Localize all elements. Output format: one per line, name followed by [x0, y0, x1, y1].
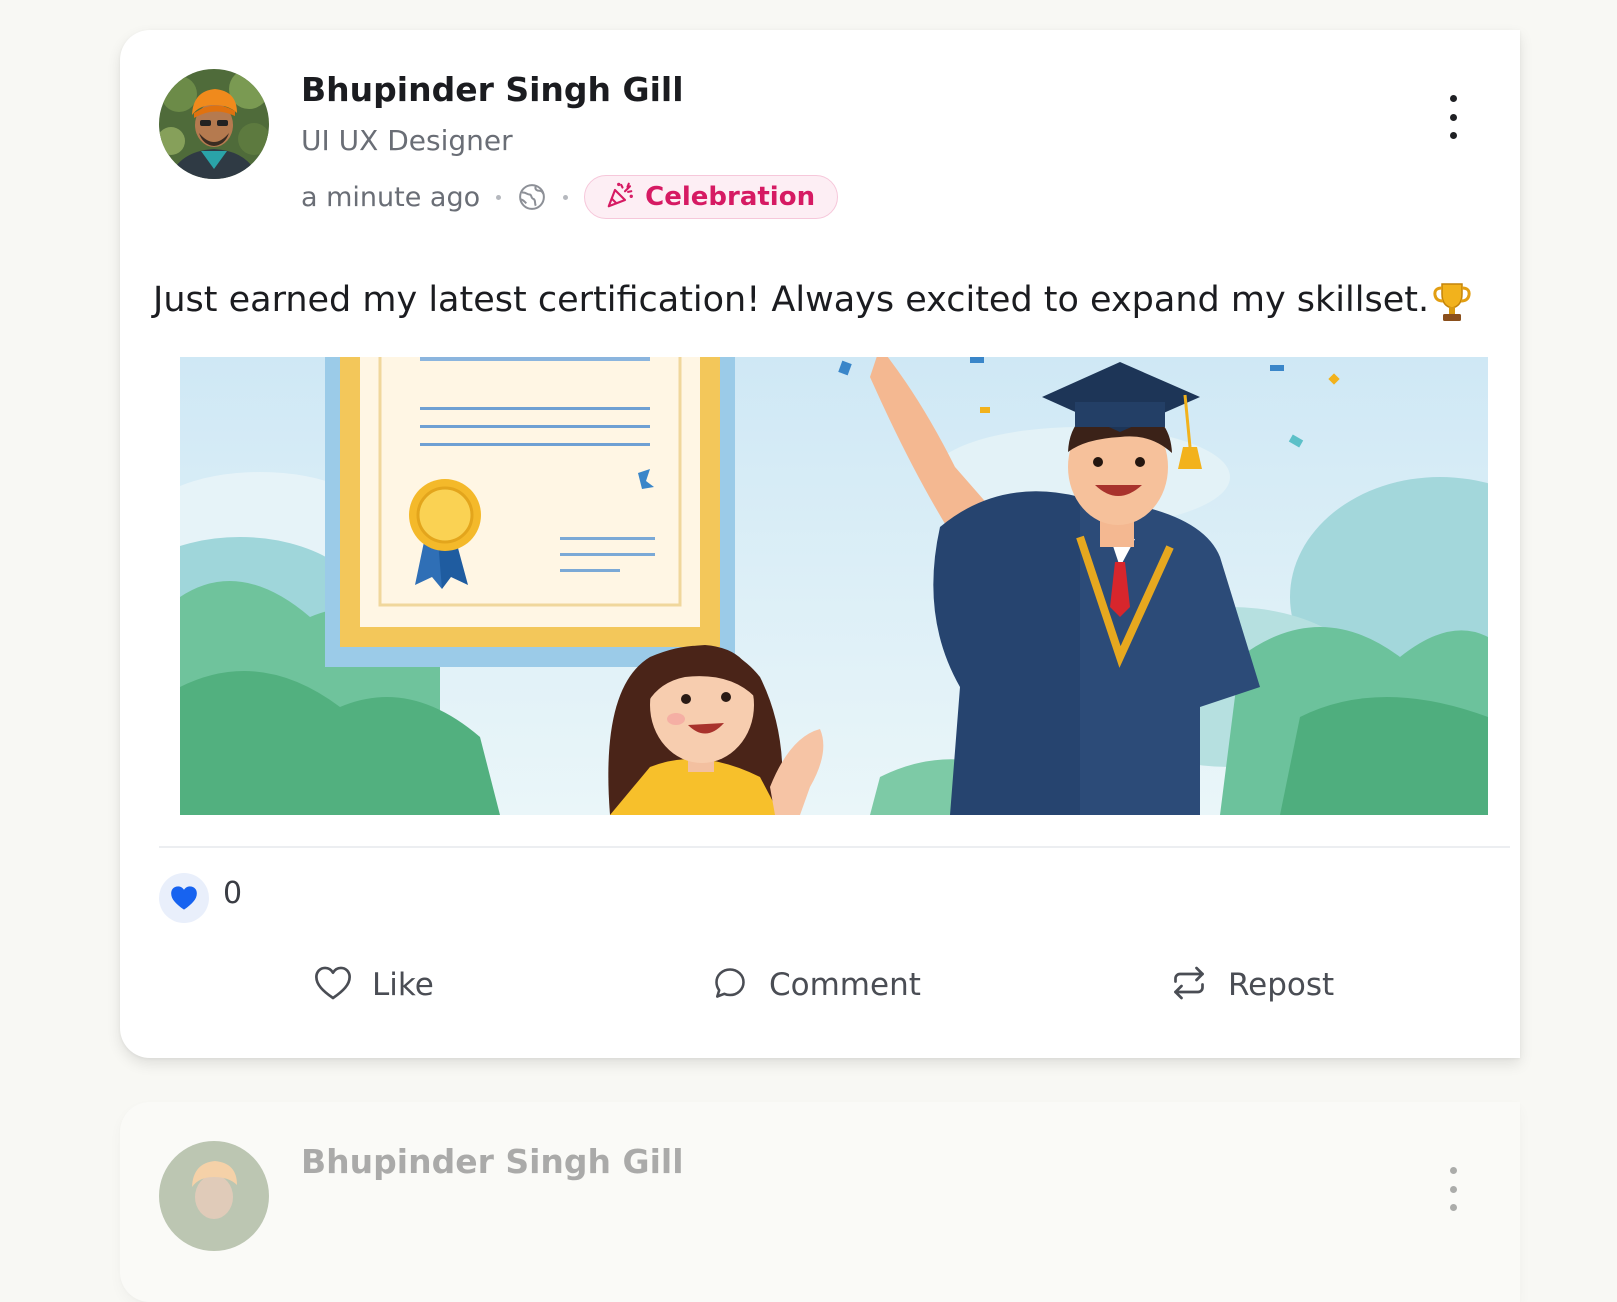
repost-icon	[1170, 965, 1208, 1005]
post-text: Just earned my latest certification! Alw…	[153, 280, 1430, 320]
post-card: Bhupinder Singh Gill	[120, 1102, 1520, 1302]
meta-separator	[496, 194, 502, 200]
divider	[159, 846, 1510, 848]
author-name[interactable]: Bhupinder Singh Gill	[301, 1142, 684, 1181]
post-meta: a minute ago Celebration	[301, 174, 839, 220]
post-timestamp: a minute ago	[301, 181, 481, 213]
post-card: Bhupinder Singh Gill UI UX Designer a mi…	[120, 30, 1520, 1058]
repost-label: Repost	[1228, 967, 1335, 1003]
category-badge[interactable]: Celebration	[584, 175, 839, 219]
category-label: Celebration	[645, 182, 816, 212]
globe-icon	[517, 182, 547, 212]
post-image[interactable]	[180, 357, 1488, 815]
author-name[interactable]: Bhupinder Singh Gill	[301, 70, 684, 109]
comment-button[interactable]: Comment	[711, 960, 921, 1010]
heart-icon[interactable]	[159, 873, 209, 923]
author-avatar[interactable]	[159, 1141, 269, 1251]
more-options-icon[interactable]	[1441, 1167, 1465, 1211]
reaction-count: 0	[223, 876, 243, 911]
comment-icon	[711, 965, 749, 1005]
comment-label: Comment	[769, 967, 921, 1003]
more-options-icon[interactable]	[1441, 95, 1465, 139]
like-button[interactable]: Like	[314, 960, 434, 1010]
party-popper-icon	[605, 180, 635, 214]
author-avatar[interactable]	[159, 69, 269, 179]
meta-separator	[563, 194, 569, 200]
like-label: Like	[372, 967, 434, 1003]
trophy-icon	[1432, 280, 1472, 324]
heart-outline-icon	[314, 965, 352, 1005]
author-title: UI UX Designer	[301, 124, 513, 157]
repost-button[interactable]: Repost	[1170, 960, 1334, 1010]
